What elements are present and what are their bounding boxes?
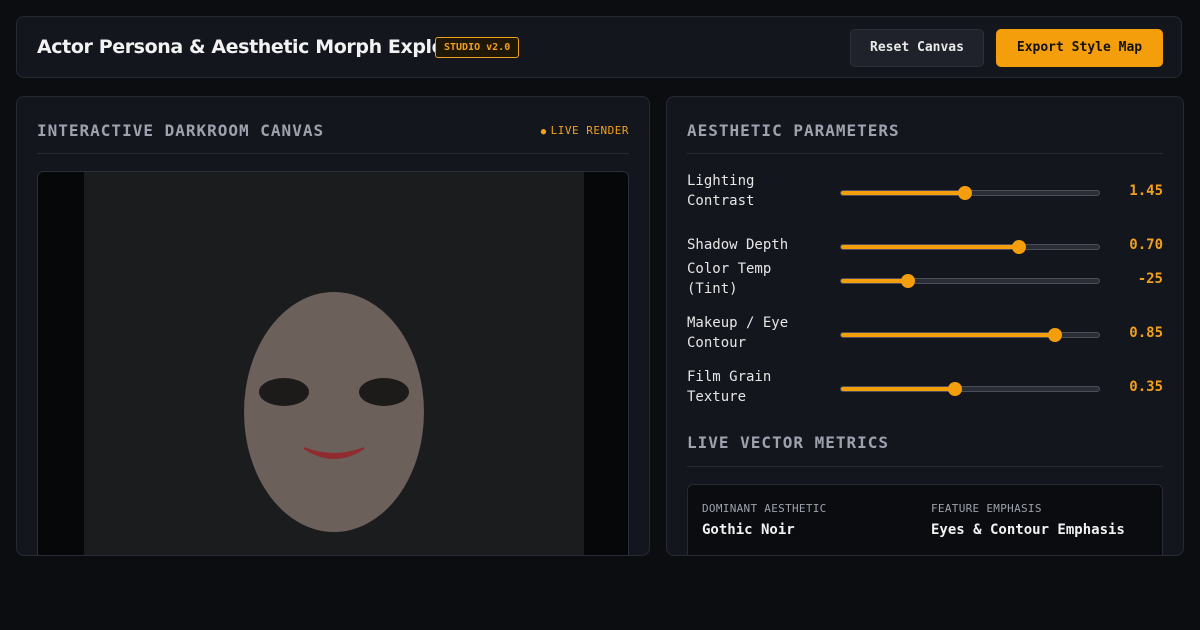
color-temp-slider[interactable] bbox=[840, 274, 1100, 288]
param-label: Color Temp (Tint) bbox=[687, 261, 772, 297]
slider-thumb[interactable] bbox=[947, 382, 962, 396]
live-render-indicator: ● LIVE RENDER bbox=[541, 124, 629, 137]
param-value: 0.85 bbox=[1129, 325, 1163, 341]
parameters-divider bbox=[687, 153, 1163, 154]
canvas-panel-divider bbox=[37, 153, 629, 154]
slider-thumb[interactable] bbox=[957, 186, 972, 200]
metric-value: Eyes & Contour Emphasis bbox=[931, 522, 1125, 538]
param-value: 1.45 bbox=[1129, 183, 1163, 199]
param-label: Film Grain Texture bbox=[687, 369, 772, 405]
live-dot-icon: ● bbox=[540, 127, 547, 137]
parameters-panel: AESTHETIC PARAMETERS Lighting Contrast 1… bbox=[666, 96, 1184, 556]
slider-fill bbox=[841, 245, 1020, 249]
app-header: Actor Persona & Aesthetic Morph Explorer… bbox=[16, 16, 1182, 78]
slider-thumb[interactable] bbox=[1012, 240, 1027, 254]
makeup-eye-contour-slider[interactable] bbox=[840, 328, 1100, 342]
param-label: Lighting Contrast bbox=[687, 173, 755, 209]
darkroom-canvas[interactable] bbox=[37, 171, 629, 555]
parameters-panel-title: AESTHETIC PARAMETERS bbox=[687, 121, 900, 140]
export-style-map-button[interactable]: Export Style Map bbox=[996, 29, 1163, 67]
metric-label: FEATURE EMPHASIS bbox=[931, 502, 1042, 515]
canvas-panel: INTERACTIVE DARKROOM CANVAS ● LIVE RENDER bbox=[16, 96, 650, 556]
live-render-label: LIVE RENDER bbox=[550, 124, 629, 137]
metric-label: DOMINANT AESTHETIC bbox=[702, 502, 827, 515]
lighting-contrast-slider[interactable] bbox=[840, 186, 1100, 200]
slider-fill bbox=[841, 191, 965, 195]
metrics-card: DOMINANT AESTHETIC Gothic Noir FEATURE E… bbox=[687, 484, 1163, 555]
param-value: 0.70 bbox=[1129, 237, 1163, 253]
reset-canvas-button[interactable]: Reset Canvas bbox=[850, 29, 984, 67]
slider-thumb[interactable] bbox=[1048, 328, 1063, 342]
slider-fill bbox=[841, 333, 1056, 337]
param-makeup-eye-contour: Makeup / Eye Contour 0.85 bbox=[687, 313, 1163, 357]
app-title: Actor Persona & Aesthetic Morph Explorer bbox=[37, 36, 475, 58]
film-grain-texture-slider[interactable] bbox=[840, 382, 1100, 396]
version-badge: STUDIO v2.0 bbox=[435, 37, 520, 58]
param-value: -25 bbox=[1137, 271, 1163, 287]
param-film-grain-texture: Film Grain Texture 0.35 bbox=[687, 367, 1163, 411]
slider-fill bbox=[841, 279, 909, 283]
param-label: Shadow Depth bbox=[687, 237, 789, 253]
slider-fill bbox=[841, 387, 955, 391]
param-lighting-contrast: Lighting Contrast 1.45 bbox=[687, 171, 1163, 215]
param-value: 0.35 bbox=[1129, 379, 1163, 395]
right-eye bbox=[359, 378, 409, 406]
metric-value: Gothic Noir bbox=[702, 522, 795, 538]
portrait-render bbox=[84, 172, 584, 555]
metrics-title: LIVE VECTOR METRICS bbox=[687, 433, 890, 452]
slider-thumb[interactable] bbox=[901, 274, 916, 288]
shadow-depth-slider[interactable] bbox=[840, 240, 1100, 254]
param-label: Makeup / Eye Contour bbox=[687, 315, 789, 351]
metrics-divider bbox=[687, 466, 1163, 467]
param-color-temp: Color Temp (Tint) -25 bbox=[687, 259, 1163, 303]
canvas-panel-title: INTERACTIVE DARKROOM CANVAS bbox=[37, 121, 325, 140]
face-shape bbox=[244, 292, 424, 532]
left-eye bbox=[259, 378, 309, 406]
